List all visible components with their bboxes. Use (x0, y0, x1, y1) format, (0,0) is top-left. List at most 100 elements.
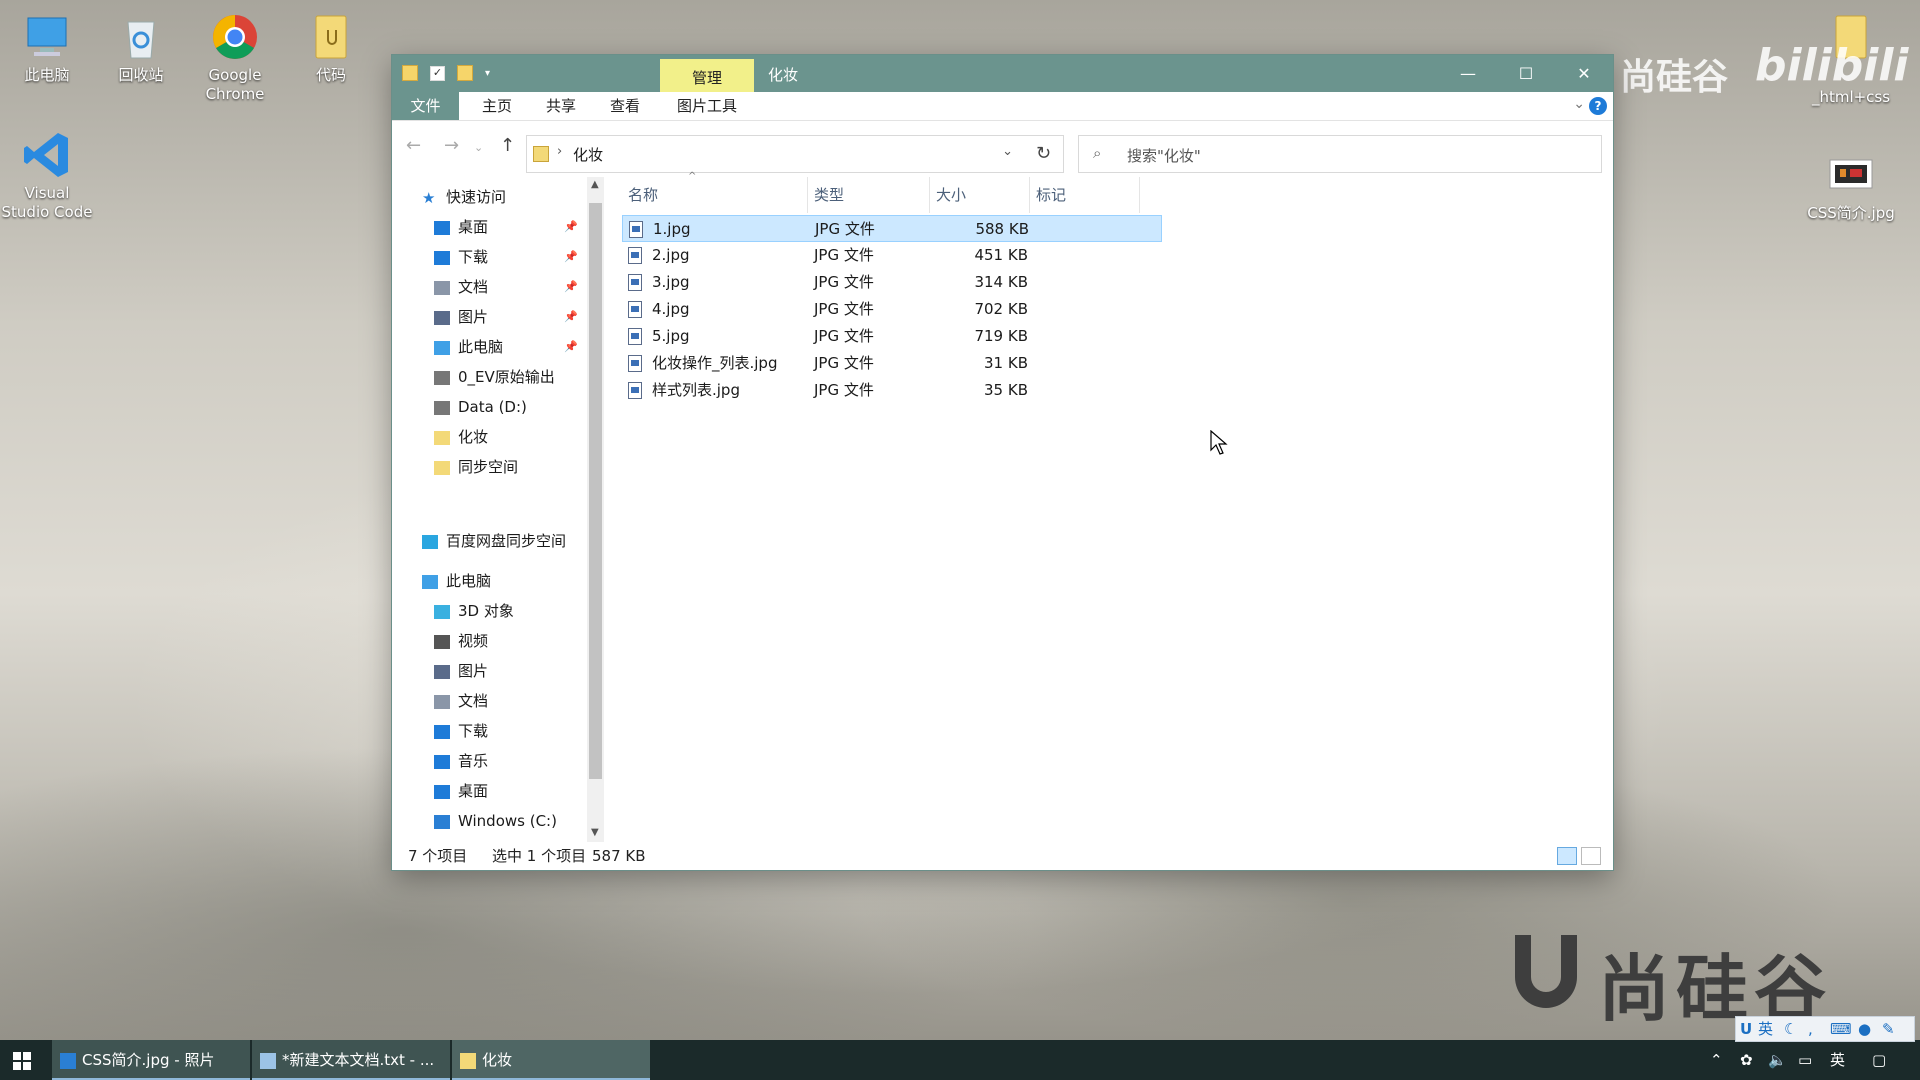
volume-icon[interactable]: 🔈 (1768, 1040, 1787, 1080)
file-row[interactable]: 4.jpg JPG 文件 702 KB (622, 296, 1162, 323)
tab-home[interactable]: 主页 (472, 92, 522, 120)
mouse-cursor-icon (1210, 430, 1228, 455)
nav-item[interactable]: 此电脑 📌 (434, 333, 578, 361)
input-language[interactable]: 英 (1830, 1040, 1845, 1080)
back-button[interactable]: ← (406, 135, 421, 156)
nav-pc-item[interactable]: 文档 (434, 687, 488, 715)
file-row[interactable]: 1.jpg JPG 文件 588 KB (622, 215, 1162, 242)
nav-pc-item[interactable]: 图片 (434, 657, 488, 685)
nav-label: 3D 对象 (458, 602, 514, 620)
ime-user-icon[interactable]: ● (1858, 1017, 1871, 1041)
file-name-cell: 5.jpg (628, 323, 690, 350)
search-input[interactable]: ⌕ 搜索"化妆" (1078, 135, 1602, 173)
app-tray-icon[interactable]: ✿ (1740, 1040, 1753, 1080)
recent-locations-icon[interactable]: ⌄ (474, 141, 483, 154)
nav-item-icon (434, 340, 450, 355)
desktop-icon-recycle-bin[interactable]: 回收站 (94, 12, 188, 85)
task-label: *新建文本文档.txt - ... (282, 1051, 435, 1069)
desktop-icon-this-pc[interactable]: 此电脑 (0, 12, 94, 85)
file-row[interactable]: 化妆操作_列表.jpg JPG 文件 31 KB (622, 350, 1162, 377)
ime-mode[interactable]: 英 (1758, 1017, 1773, 1041)
nav-pc-item[interactable]: 桌面 (434, 777, 488, 805)
column-header-name[interactable]: 名称 (622, 177, 808, 213)
taskbar-item-explorer[interactable]: 化妆 (452, 1040, 650, 1080)
battery-icon[interactable]: ▭ (1798, 1040, 1812, 1080)
nav-item[interactable]: 下载 📌 (434, 243, 578, 271)
file-list[interactable]: ^ 名称 类型 大小 标记 1.jpg JPG 文件 588 KB 2.jpg JPG … (604, 171, 1613, 842)
desktop-icon-vscode[interactable]: Visual Studio Code (0, 130, 94, 222)
nav-baidu-sync[interactable]: 百度网盘同步空间 (422, 527, 566, 555)
tab-share[interactable]: 共享 (536, 92, 586, 120)
nav-item[interactable]: 化妆 (434, 423, 488, 451)
ime-keyboard-icon[interactable]: ⌨ (1830, 1017, 1852, 1041)
scroll-down-icon[interactable]: ▼ (591, 827, 599, 838)
windows-logo-icon (13, 1051, 31, 1070)
breadcrumb-chevron-icon[interactable]: › (557, 144, 562, 159)
notepad-app-icon (260, 1052, 276, 1069)
column-header-tag[interactable]: 标记 (1030, 177, 1140, 213)
properties-icon[interactable]: ✓ (430, 65, 445, 81)
show-hidden-icons-button[interactable]: ⌃ (1710, 1040, 1723, 1080)
file-row[interactable]: 2.jpg JPG 文件 451 KB (622, 242, 1162, 269)
nav-this-pc[interactable]: 此电脑 (422, 567, 491, 595)
taskbar-item-photos[interactable]: CSS简介.jpg - 照片 (52, 1040, 250, 1080)
nav-pc-item[interactable]: 3D 对象 (434, 597, 514, 625)
image-file-icon (628, 301, 642, 318)
nav-pc-item[interactable]: 下载 (434, 717, 488, 745)
nav-quick-access[interactable]: ★ 快速访问 (422, 183, 506, 211)
start-button[interactable] (0, 1040, 44, 1080)
address-bar[interactable]: › 化妆 ⌄ (526, 135, 1064, 173)
file-row[interactable]: 3.jpg JPG 文件 314 KB (622, 269, 1162, 296)
desktop-icon-css-image[interactable]: CSS简介.jpg (1804, 150, 1898, 223)
nav-pc-item[interactable]: Windows (C:) (434, 807, 557, 835)
taskbar-item-notepad[interactable]: *新建文本文档.txt - ... (252, 1040, 450, 1080)
explorer-window[interactable]: ✓ ▾ 管理 化妆 — ☐ ✕ 文件 主页 共享 查看 图片工具 ⌄ ? ← →… (392, 55, 1613, 870)
scrollbar-thumb[interactable] (589, 203, 602, 779)
nav-item[interactable]: Data (D:) (434, 393, 527, 421)
tab-view[interactable]: 查看 (600, 92, 650, 120)
nav-item[interactable]: 0_EV原始输出 (434, 363, 555, 391)
window-title: 化妆 (768, 66, 799, 84)
new-folder-icon[interactable] (457, 65, 473, 81)
desktop-icon-chrome[interactable]: Google Chrome (188, 12, 282, 104)
desktop-icon-code-folder[interactable]: 代码 (284, 12, 378, 85)
customize-toolbar-icon[interactable]: ▾ (485, 68, 490, 79)
nav-item-icon (434, 310, 450, 325)
breadcrumb[interactable]: 化妆 (573, 144, 603, 165)
details-view-button[interactable] (1557, 847, 1577, 865)
address-dropdown-icon[interactable]: ⌄ (1002, 144, 1013, 159)
forward-button[interactable]: → (444, 135, 459, 156)
notifications-icon[interactable]: ▢ (1872, 1040, 1886, 1080)
file-name: 2.jpg (652, 246, 690, 264)
maximize-button[interactable]: ☐ (1497, 55, 1555, 92)
tab-file[interactable]: 文件 (392, 92, 459, 120)
file-row[interactable]: 样式列表.jpg JPG 文件 35 KB (622, 377, 1162, 404)
ime-settings-icon[interactable]: ✎ (1882, 1017, 1895, 1041)
context-tab-manage[interactable]: 管理 (660, 59, 754, 92)
column-header-size[interactable]: 大小 (930, 177, 1030, 213)
close-button[interactable]: ✕ (1555, 55, 1613, 92)
ime-toolbar[interactable]: U 英 ☾ , ⌨ ● ✎ (1735, 1016, 1915, 1042)
column-header-type[interactable]: 类型 (808, 177, 930, 213)
ime-punctuation-icon[interactable]: , (1808, 1017, 1813, 1041)
file-row[interactable]: 5.jpg JPG 文件 719 KB (622, 323, 1162, 350)
nav-item[interactable]: 桌面 📌 (434, 213, 578, 241)
nav-item[interactable]: 图片 📌 (434, 303, 578, 331)
up-button[interactable]: ↑ (500, 135, 515, 156)
file-name-cell: 样式列表.jpg (628, 377, 740, 404)
large-icons-view-button[interactable] (1581, 847, 1601, 865)
nav-item[interactable]: 文档 📌 (434, 273, 578, 301)
expand-ribbon-icon[interactable]: ⌄ (1573, 96, 1585, 112)
minimize-button[interactable]: — (1439, 55, 1497, 92)
refresh-button[interactable]: ↻ (1024, 135, 1064, 173)
tab-picture-tools[interactable]: 图片工具 (662, 92, 752, 120)
ime-moon-icon[interactable]: ☾ (1784, 1017, 1797, 1041)
nav-scrollbar[interactable]: ▲ ▼ (587, 177, 604, 842)
nav-item[interactable]: 同步空间 (434, 453, 518, 481)
title-bar[interactable]: ✓ ▾ 管理 化妆 — ☐ ✕ (392, 55, 1613, 92)
nav-pc-item[interactable]: 视频 (434, 627, 488, 655)
scroll-up-icon[interactable]: ▲ (591, 179, 599, 190)
help-icon[interactable]: ? (1589, 97, 1607, 115)
navigation-pane[interactable]: ★ 快速访问 桌面 📌 下载 📌 文档 📌 图片 📌 此电脑 📌 0_EV原始输出 Data (D:) 化… (392, 177, 587, 842)
nav-pc-item[interactable]: 音乐 (434, 747, 488, 775)
